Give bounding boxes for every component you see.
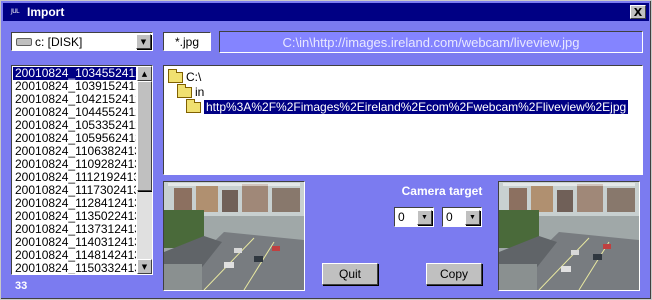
chevron-down-icon[interactable]: ▼ (417, 209, 432, 225)
camera-image-left (163, 181, 305, 291)
scrollbar-thumb[interactable] (137, 81, 152, 191)
app-icon: JUL (10, 8, 20, 15)
drive-select-value: c: [DISK] (35, 34, 83, 49)
file-list[interactable]: 20010824_1034552412.jp20010824_103915241… (11, 65, 153, 275)
camera-target-b-value: 0 (446, 210, 453, 224)
quit-button-label: Quit (338, 267, 361, 281)
arrow-down-icon[interactable]: ▼ (137, 259, 152, 274)
copy-button-label: Copy (439, 267, 468, 281)
close-button[interactable]: X (630, 5, 646, 19)
file-list-item[interactable]: 20010824_1137312413.jp (13, 223, 136, 236)
file-list-item[interactable]: 20010824_1109282413.jp (13, 158, 136, 171)
directory-tree[interactable]: C:\ in http%3A%2F%2Fimages%2Eireland%2Ecom… (163, 65, 643, 175)
folder-icon (186, 98, 201, 113)
file-list-item[interactable]: 20010824_1044552412.jp (13, 106, 136, 119)
title-bar[interactable]: JUL Import X (3, 3, 649, 21)
directory-tree-label: http%3A%2F%2Fimages%2Eireland%2Ecom%2Fwe… (204, 100, 629, 114)
file-list-item[interactable]: 20010824_1059562413.jp (13, 132, 136, 145)
copy-button[interactable]: Copy (426, 263, 482, 285)
camera-target-b-select[interactable]: 0 ▼ (442, 207, 482, 227)
import-window: JUL Import X c: [DISK] ▼ *.jpg C:\in\htt… (0, 0, 652, 300)
folder-icon (177, 83, 192, 98)
file-list-item[interactable]: 20010824_1135022413.jp (13, 210, 136, 223)
file-count: 33 (15, 280, 28, 292)
file-list-items: 20010824_1034552412.jp20010824_103915241… (13, 67, 136, 274)
file-filter-value: *.jpg (174, 34, 200, 49)
file-list-item[interactable]: 20010824_1112192413.jp (13, 171, 136, 184)
close-icon: X (633, 5, 643, 19)
chevron-down-icon[interactable]: ▼ (136, 34, 151, 49)
window-title: Import (27, 5, 65, 19)
file-list-item[interactable]: 20010824_1039152412.jp (13, 80, 136, 93)
arrow-up-icon[interactable]: ▲ (137, 66, 152, 81)
directory-tree-item[interactable]: C:\ (168, 68, 202, 84)
directory-tree-item[interactable]: http%3A%2F%2Fimages%2Eireland%2Ecom%2Fwe… (186, 98, 629, 114)
camera-image-right (498, 181, 640, 291)
chevron-down-icon[interactable]: ▼ (465, 209, 480, 225)
folder-icon (168, 68, 183, 83)
drive-icon (16, 37, 32, 46)
camera-target-a-value: 0 (398, 210, 405, 224)
directory-tree-label: in (195, 85, 205, 99)
file-list-item[interactable]: 20010824_1148142413.jp (13, 249, 136, 262)
directory-tree-label: C:\ (186, 70, 202, 84)
camera-target-label: Camera target (401, 184, 483, 198)
path-display: C:\in\http://images.ireland.com/webcam/l… (219, 31, 643, 53)
drive-select[interactable]: c: [DISK] ▼ (11, 32, 153, 51)
quit-button[interactable]: Quit (322, 263, 378, 285)
file-list-scrollbar[interactable]: ▲ ▼ (137, 66, 152, 274)
file-list-item[interactable]: 20010824_1117302413.jp (13, 184, 136, 197)
file-list-item[interactable]: 20010824_1106382413.jp (13, 145, 136, 158)
file-list-item[interactable]: 20010824_1140312413.jp (13, 236, 136, 249)
camera-target-a-select[interactable]: 0 ▼ (394, 207, 434, 227)
file-filter-field[interactable]: *.jpg (163, 32, 211, 51)
file-list-item[interactable]: 20010824_1128412413.jp (13, 197, 136, 210)
file-list-item[interactable]: 20010824_1150332413.jp (13, 262, 136, 274)
directory-tree-item[interactable]: in (177, 83, 205, 99)
path-value: C:\in\http://images.ireland.com/webcam/l… (282, 34, 580, 50)
file-list-item[interactable]: 20010824_1053352412.jp (13, 119, 136, 132)
file-list-item[interactable]: 20010824_1042152412.jp (13, 93, 136, 106)
file-list-item[interactable]: 20010824_1034552412.jp (13, 67, 136, 80)
